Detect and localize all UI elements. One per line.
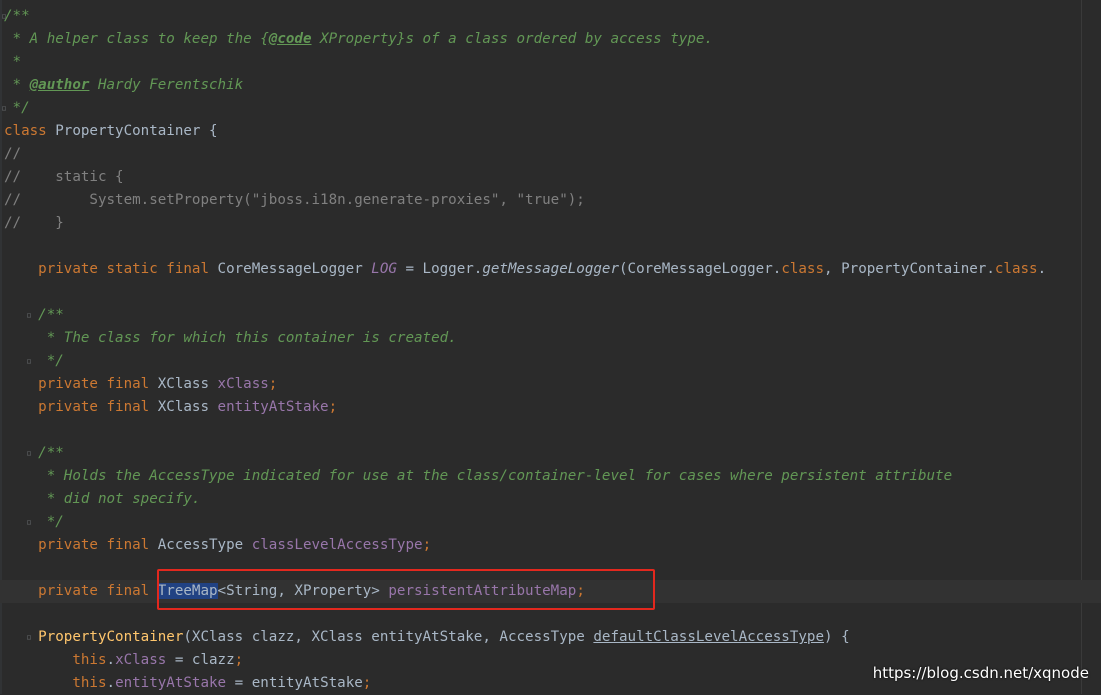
code-line[interactable]: PropertyContainer(XClass clazz, XClass e… <box>0 626 1101 649</box>
code-line[interactable]: * Holds the AccessType indicated for use… <box>0 465 1101 488</box>
code-token: ; <box>362 675 372 691</box>
code-token: PropertyContainer { <box>55 123 218 139</box>
code-token: ) { <box>824 629 850 645</box>
code-token: XClass <box>157 376 218 392</box>
code-line[interactable]: */ <box>0 97 1101 120</box>
code-token: @author <box>29 77 90 93</box>
code-line[interactable]: private final XClass entityAtStake; <box>0 396 1101 419</box>
code-token: . <box>1037 261 1047 277</box>
code-token: xClass <box>115 652 167 668</box>
code-token: AccessType <box>157 537 252 553</box>
fold-marker-icon[interactable]: ▫ <box>25 442 33 465</box>
code-token: . <box>106 675 116 691</box>
code-token: * <box>4 54 22 70</box>
code-token: entityAtStake <box>115 675 227 691</box>
code-token: Hardy Ferentschik <box>89 77 244 93</box>
code-token: XProperty}s of a class ordered by access… <box>311 31 713 47</box>
fold-marker-icon[interactable]: ▫ <box>25 350 33 373</box>
code-token: private static final <box>4 261 218 277</box>
code-token: private final <box>4 376 158 392</box>
code-token: @code <box>268 31 312 47</box>
code-token: /** <box>4 307 64 323</box>
code-line[interactable]: private final XClass xClass; <box>0 373 1101 396</box>
code-token: * <box>4 77 30 93</box>
code-token: ; <box>422 537 432 553</box>
code-token: = entityAtStake <box>226 675 363 691</box>
code-token: ; <box>268 376 278 392</box>
fold-marker-icon[interactable]: ▫ <box>25 626 33 649</box>
code-token: getMessageLogger <box>482 261 620 277</box>
code-token: XClass <box>157 399 218 415</box>
code-line[interactable]: private static final CoreMessageLogger L… <box>0 258 1101 281</box>
code-token: CoreMessageLogger <box>217 261 372 277</box>
code-line[interactable]: // <box>0 143 1101 166</box>
code-token: * A helper class to keep the { <box>4 31 269 47</box>
code-token: // } <box>4 215 64 231</box>
code-token: = clazz <box>166 652 235 668</box>
fold-marker-icon[interactable]: ▫ <box>0 5 8 28</box>
code-line[interactable]: class PropertyContainer { <box>0 120 1101 143</box>
code-line[interactable]: * @author Hardy Ferentschik <box>0 74 1101 97</box>
code-token: LOG <box>371 261 397 277</box>
code-line[interactable]: // System.setProperty("jboss.i18n.genera… <box>0 189 1101 212</box>
code-token: // static { <box>4 169 124 185</box>
code-token: * Holds the AccessType indicated for use… <box>4 468 953 484</box>
code-line[interactable] <box>0 419 1101 442</box>
code-token: this <box>72 675 107 691</box>
code-token: private final <box>4 399 158 415</box>
code-token: = Logger. <box>396 261 483 277</box>
code-line[interactable]: // static { <box>0 166 1101 189</box>
watermark-text: https://blog.csdn.net/xqnode <box>872 664 1089 682</box>
code-token: entityAtStake <box>217 399 329 415</box>
code-token: (XClass clazz, XClass entityAtStake, Acc… <box>183 629 594 645</box>
code-token: class <box>994 261 1038 277</box>
code-token: // System.setProperty("jboss.i18n.genera… <box>4 192 585 208</box>
code-line[interactable]: // } <box>0 212 1101 235</box>
code-token: * The class for which this container is … <box>4 330 457 346</box>
code-token: */ <box>4 514 64 530</box>
code-line[interactable]: /** <box>0 442 1101 465</box>
code-token: // <box>4 146 22 162</box>
code-token: (CoreMessageLogger. <box>619 261 782 277</box>
code-token: private final <box>4 583 158 599</box>
code-line[interactable]: * The class for which this container is … <box>0 327 1101 350</box>
code-token: classLevelAccessType <box>251 537 423 553</box>
code-token: defaultClassLevelAccessType <box>593 629 825 645</box>
code-token: */ <box>4 353 64 369</box>
code-line[interactable]: /** <box>0 304 1101 327</box>
code-line[interactable]: /** <box>0 5 1101 28</box>
code-line[interactable] <box>0 281 1101 304</box>
code-line[interactable]: * <box>0 51 1101 74</box>
code-token: xClass <box>217 376 269 392</box>
code-token: /** <box>4 445 64 461</box>
code-line[interactable]: private final AccessType classLevelAcces… <box>0 534 1101 557</box>
code-line[interactable] <box>0 235 1101 258</box>
code-line[interactable]: */ <box>0 350 1101 373</box>
code-token: this <box>72 652 107 668</box>
code-token: ; <box>234 652 244 668</box>
code-line[interactable]: * did not specify. <box>0 488 1101 511</box>
fold-marker-icon[interactable]: ▫ <box>25 511 33 534</box>
code-token: private final <box>4 537 158 553</box>
code-token: ; <box>328 399 338 415</box>
code-token: class <box>781 261 825 277</box>
code-token: * did not specify. <box>4 491 201 507</box>
fold-marker-icon[interactable]: ▫ <box>0 97 8 120</box>
code-token: , PropertyContainer. <box>824 261 995 277</box>
code-line[interactable]: */ <box>0 511 1101 534</box>
code-line[interactable]: * A helper class to keep the {@code XPro… <box>0 28 1101 51</box>
code-editor[interactable]: /** * A helper class to keep the {@code … <box>0 0 1101 694</box>
fold-marker-icon[interactable]: ▫ <box>25 304 33 327</box>
code-token: . <box>106 652 116 668</box>
code-token: class <box>4 123 56 139</box>
annotation-highlight-box <box>157 569 655 610</box>
code-token: PropertyContainer <box>38 629 184 645</box>
